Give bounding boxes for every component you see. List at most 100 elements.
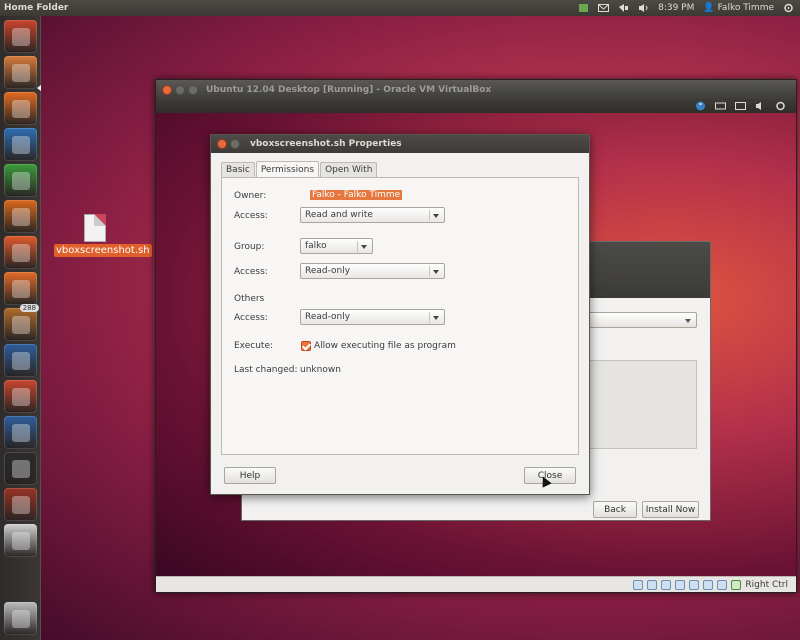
desktop-file-label: vboxscreenshot.sh [54,244,152,257]
launcher: 288 [0,16,41,640]
accessibility-icon[interactable] [695,101,706,111]
group-value: falko [305,241,327,251]
system-monitor-glyph [11,351,30,370]
firefox-glyph [11,99,30,118]
window-title: Home Folder [4,3,69,13]
workspace-switcher-icon[interactable] [4,488,37,521]
dialog-titlebar[interactable]: vboxscreenshot.sh Properties [211,135,589,153]
system-monitor-2-icon[interactable] [4,416,37,449]
volume-icon[interactable] [638,3,649,13]
update-count-badge: 288 [19,304,39,312]
group-access-label: Access: [234,267,268,277]
keyboard-icon[interactable] [715,101,726,111]
owner-access-select[interactable]: Read and write [300,207,445,223]
hdd-icon[interactable] [633,579,644,590]
clock-label[interactable]: 8:39 PM [658,3,694,13]
home-folder-glyph [11,63,30,82]
installer-dropdown[interactable] [587,312,697,328]
vm-volume-icon[interactable] [755,101,766,111]
group-select[interactable]: falko [300,238,373,254]
owner-value: Falko - Falko Timme [310,190,403,200]
workspace-switcher-glyph [11,495,30,514]
shared-folder-icon[interactable] [675,579,686,590]
update-manager-glyph [11,315,30,334]
impress-glyph [11,207,30,226]
vbox-title-label: Ubuntu 12.04 Desktop [Running] - Oracle … [206,84,492,95]
user-menu[interactable]: 👤 Falko Timme [703,3,774,13]
network-icon[interactable] [618,3,629,13]
script-file-icon [84,214,106,242]
execute-checkbox[interactable] [301,341,311,351]
writer-icon[interactable] [4,128,37,161]
group-access-value: Read-only [305,266,351,276]
vbox-statusbar: Right Ctrl [156,576,796,592]
indicator-area: 8:39 PM 👤 Falko Timme [578,3,800,13]
ubuntu-one-glyph [11,279,30,298]
vbox-maximize-button[interactable] [188,84,198,95]
calc-icon[interactable] [4,164,37,197]
mouse-integration-icon[interactable] [717,579,728,590]
home-folder-icon[interactable] [4,56,37,89]
tab-permissions[interactable]: Permissions [255,161,320,177]
envelope-icon[interactable] [598,3,610,13]
vbox-close-button[interactable] [162,84,172,95]
dialog-minimize-button[interactable] [230,139,240,149]
others-access-label: Access: [234,313,268,323]
trash-glyph [11,609,30,628]
network-adapter-icon[interactable] [689,579,700,590]
writer-glyph [11,135,30,154]
vm-envelope-icon[interactable] [735,101,746,111]
system-monitor-2-glyph [11,423,30,442]
user-name-label: Falko Timme [717,3,774,13]
vbox-minimize-button[interactable] [175,84,185,95]
display-icon[interactable] [703,579,714,590]
chevron-down-icon [433,270,439,274]
chevron-down-icon [361,245,367,249]
ubuntu-dash-icon[interactable] [4,20,37,53]
chevron-down-icon [433,316,439,320]
tab-bar: Basic Permissions Open With [221,161,378,177]
gear-icon[interactable] [783,3,794,13]
dvd-icon[interactable] [4,524,37,557]
ubuntu-one-icon[interactable] [4,272,37,305]
execute-label: Execute: [234,341,274,351]
others-label: Others [234,294,265,304]
back-button[interactable]: Back [593,501,637,518]
virtualbox-titlebar[interactable]: Ubuntu 12.04 Desktop [Running] - Oracle … [156,80,796,99]
indicator-icon[interactable] [578,3,589,13]
terminal-icon[interactable] [4,452,37,485]
firefox-icon[interactable] [4,92,37,125]
last-changed-value: unknown [300,365,341,375]
trash-icon[interactable] [4,602,37,635]
host-key-icon [731,579,742,590]
system-settings-glyph [11,387,30,406]
permissions-panel: Owner: Falko - Falko Timme Access: Read … [221,177,579,455]
tab-open-with[interactable]: Open With [320,162,378,177]
impress-icon[interactable] [4,200,37,233]
vm-gear-icon[interactable] [775,101,786,111]
help-button[interactable]: Help [224,467,276,484]
tab-basic[interactable]: Basic [221,162,255,177]
system-settings-icon[interactable] [4,380,37,413]
vm-top-panel [156,99,796,113]
update-manager-icon[interactable]: 288 [4,304,39,341]
execute-checkbox-label[interactable]: Allow executing file as program [314,341,456,351]
owner-access-label: Access: [234,211,268,221]
dialog-close-button[interactable] [217,139,227,149]
group-access-select[interactable]: Read-only [300,263,445,279]
installer-panel [587,360,697,449]
host-key-label: Right Ctrl [745,579,788,590]
group-label: Group: [234,242,265,252]
cd-icon[interactable] [647,579,658,590]
software-center-glyph [11,243,30,262]
software-center-icon[interactable] [4,236,37,269]
usb-icon[interactable] [661,579,672,590]
ubuntu-dash-glyph [11,27,30,46]
system-monitor-icon[interactable] [4,344,37,377]
last-changed-label: Last changed: [234,365,298,375]
others-access-select[interactable]: Read-only [300,309,445,325]
active-indicator [37,85,41,91]
install-now-button[interactable]: Install Now [642,501,699,518]
desktop-file-item[interactable]: vboxscreenshot.sh [54,214,152,257]
chevron-down-icon [433,214,439,218]
